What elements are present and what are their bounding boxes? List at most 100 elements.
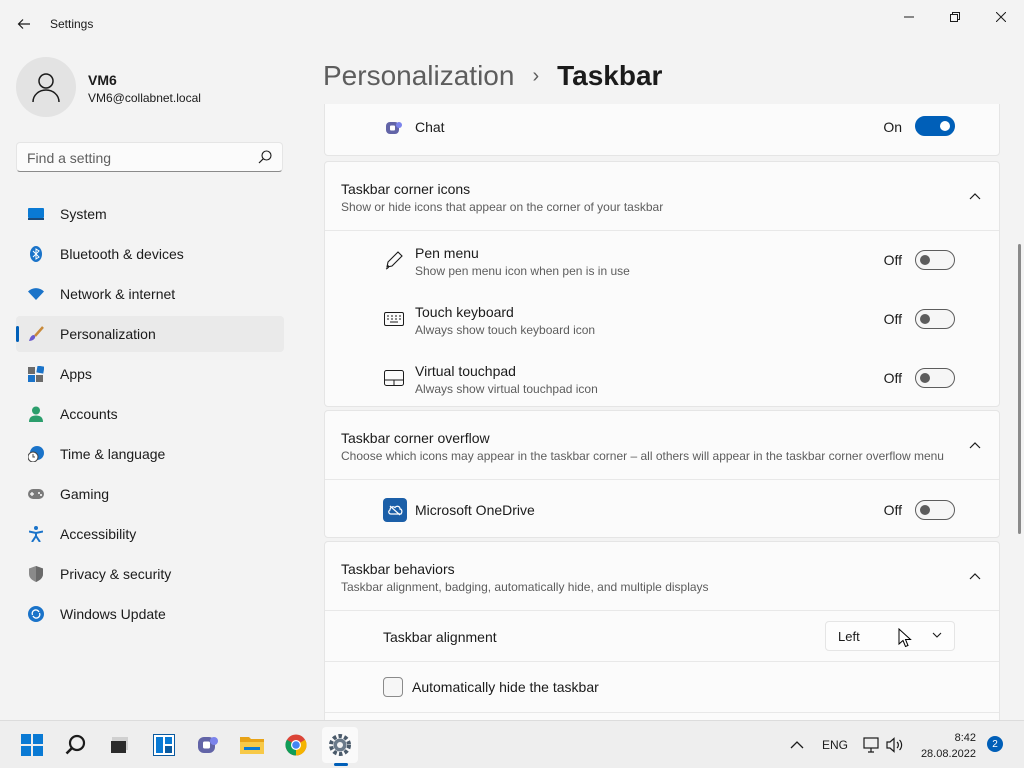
user-name: VM6 xyxy=(88,72,117,88)
app-title: Settings xyxy=(50,17,94,31)
virtual-touchpad-subtitle: Always show virtual touchpad icon xyxy=(415,382,598,396)
onedrive-toggle[interactable] xyxy=(915,500,955,520)
pen-menu-toggle[interactable] xyxy=(915,250,955,270)
virtual-touchpad-state: Off xyxy=(883,370,902,386)
settings-button[interactable] xyxy=(322,727,358,763)
file-explorer-button[interactable] xyxy=(234,727,270,763)
autohide-checkbox[interactable] xyxy=(383,677,403,697)
sidebar-item-time-language[interactable]: Time & language xyxy=(16,436,284,472)
globe-clock-icon xyxy=(28,446,44,462)
touch-keyboard-toggle[interactable] xyxy=(915,309,955,329)
close-icon xyxy=(996,12,1006,22)
sidebar-item-accessibility[interactable]: Accessibility xyxy=(16,516,284,552)
user-email: VM6@collabnet.local xyxy=(88,91,201,105)
breadcrumb-parent[interactable]: Personalization xyxy=(323,60,514,92)
chevron-up-icon xyxy=(790,741,804,749)
chrome-icon xyxy=(285,734,307,756)
chevron-up-icon[interactable] xyxy=(967,188,983,204)
search-input[interactable]: Find a setting xyxy=(16,142,283,172)
person-icon xyxy=(32,73,60,103)
sidebar-item-personalization[interactable]: Personalization xyxy=(16,316,284,352)
chat-card: Chat On xyxy=(324,104,1000,156)
corner-overflow-header[interactable]: Taskbar corner overflow Choose which ico… xyxy=(325,411,999,479)
sidebar-item-system[interactable]: System xyxy=(16,196,284,232)
chevron-up-icon[interactable] xyxy=(967,437,983,453)
minimize-icon xyxy=(904,16,914,18)
wifi-icon xyxy=(28,286,44,302)
onedrive-title: Microsoft OneDrive xyxy=(415,502,535,518)
restore-icon xyxy=(950,12,960,22)
pen-menu-state: Off xyxy=(883,252,902,268)
bluetooth-icon xyxy=(28,246,44,262)
notification-badge[interactable]: 2 xyxy=(987,736,1003,752)
autohide-label: Automatically hide the taskbar xyxy=(412,679,599,695)
clock-time: 8:42 xyxy=(954,732,976,744)
language-indicator[interactable]: ENG xyxy=(822,721,848,768)
search-icon xyxy=(65,734,86,755)
widgets-icon xyxy=(153,734,175,756)
widgets-button[interactable] xyxy=(146,727,182,763)
chevron-up-icon[interactable] xyxy=(967,568,983,584)
task-view-icon xyxy=(111,737,128,753)
sidebar-item-windows-update[interactable]: Windows Update xyxy=(16,596,284,632)
keyboard-icon xyxy=(383,308,405,330)
chrome-button[interactable] xyxy=(278,727,314,763)
search-icon xyxy=(258,150,272,164)
show-hidden-icons-button[interactable] xyxy=(790,721,804,768)
teams-chat-icon xyxy=(383,117,405,139)
taskbar: ENG 8:42 28.08.2022 xyxy=(0,720,1024,768)
task-view-button[interactable] xyxy=(102,727,138,763)
restore-button[interactable] xyxy=(932,4,978,30)
shield-icon xyxy=(28,566,44,582)
behaviors-header[interactable]: Taskbar behaviors Taskbar alignment, bad… xyxy=(325,542,999,610)
corner-icons-subtitle: Show or hide icons that appear on the co… xyxy=(341,200,664,214)
minimize-button[interactable] xyxy=(886,4,932,30)
close-button[interactable] xyxy=(978,4,1024,30)
file-explorer-icon xyxy=(240,737,264,754)
sidebar-item-label: Time & language xyxy=(60,446,166,462)
sidebar-item-network[interactable]: Network & internet xyxy=(16,276,284,312)
sidebar-item-apps[interactable]: Apps xyxy=(16,356,284,392)
corner-overflow-subtitle: Choose which icons may appear in the tas… xyxy=(341,449,944,463)
pen-menu-title: Pen menu xyxy=(415,245,479,261)
title-bar: Settings xyxy=(0,0,1024,48)
corner-icons-card: Taskbar corner icons Show or hide icons … xyxy=(324,161,1000,407)
sidebar-item-label: Personalization xyxy=(60,326,156,342)
taskbar-alignment-dropdown[interactable]: Left xyxy=(825,621,955,651)
active-app-indicator xyxy=(334,763,348,766)
back-button[interactable] xyxy=(10,10,38,38)
sidebar-item-privacy[interactable]: Privacy & security xyxy=(16,556,284,592)
network-button[interactable] xyxy=(862,721,880,768)
scrollbar[interactable] xyxy=(1018,244,1021,534)
teams-chat-button[interactable] xyxy=(190,727,226,763)
virtual-touchpad-toggle[interactable] xyxy=(915,368,955,388)
volume-button[interactable] xyxy=(886,721,904,768)
sidebar-item-gaming[interactable]: Gaming xyxy=(16,476,284,512)
corner-overflow-title: Taskbar corner overflow xyxy=(341,430,490,446)
autohide-row[interactable]: Automatically hide the taskbar xyxy=(325,662,999,712)
taskbar-alignment-label: Taskbar alignment xyxy=(383,629,497,645)
sidebar-item-bluetooth[interactable]: Bluetooth & devices xyxy=(16,236,284,272)
mouse-cursor-icon xyxy=(898,628,912,648)
chevron-down-icon xyxy=(932,632,942,638)
onedrive-icon xyxy=(383,498,407,522)
sidebar-item-accounts[interactable]: Accounts xyxy=(16,396,284,432)
start-button[interactable] xyxy=(14,727,50,763)
corner-icons-header[interactable]: Taskbar corner icons Show or hide icons … xyxy=(325,162,999,230)
taskbar-search-button[interactable] xyxy=(58,727,94,763)
corner-icons-title: Taskbar corner icons xyxy=(341,181,471,197)
behaviors-title: Taskbar behaviors xyxy=(341,561,455,577)
corner-overflow-card: Taskbar corner overflow Choose which ico… xyxy=(324,410,1000,538)
touch-keyboard-row: Touch keyboard Always show touch keyboar… xyxy=(325,290,999,349)
divider xyxy=(325,712,999,713)
search-placeholder: Find a setting xyxy=(27,150,112,166)
touch-keyboard-title: Touch keyboard xyxy=(415,304,514,320)
clock[interactable]: 8:42 28.08.2022 xyxy=(921,730,976,762)
sidebar-item-label: Accounts xyxy=(60,406,118,422)
avatar[interactable] xyxy=(16,57,76,117)
chat-state: On xyxy=(883,119,902,135)
pen-icon xyxy=(383,249,405,271)
chat-toggle[interactable] xyxy=(915,116,955,136)
update-icon xyxy=(28,606,44,622)
volume-icon xyxy=(886,737,903,753)
